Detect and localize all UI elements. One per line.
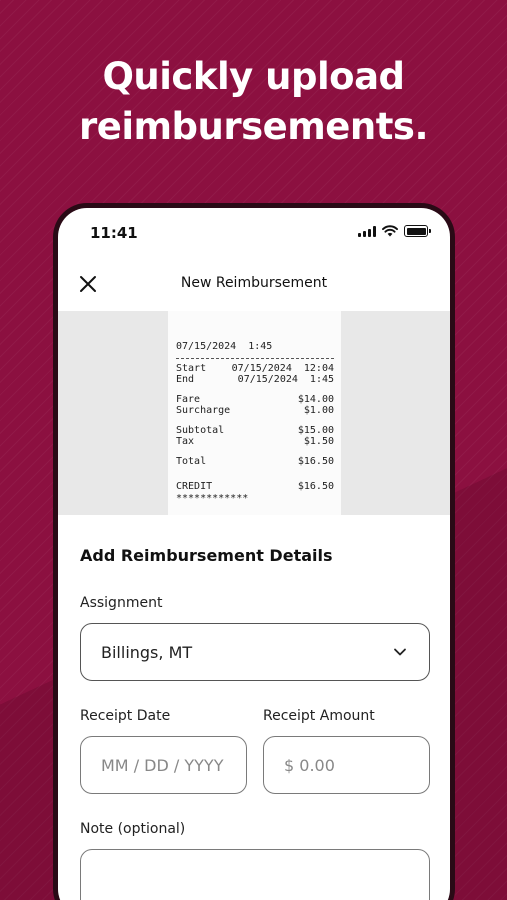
assignment-value: Billings, MT <box>101 642 193 662</box>
nav-title: New Reimbursement <box>180 275 328 291</box>
note-label: Note (optional) <box>80 821 186 837</box>
receipt-surcharge-row: Surcharge $1.00 <box>176 405 334 416</box>
chevron-down-icon <box>394 648 406 656</box>
receipt-end-row: End 07/15/2024 1:45 <box>176 374 334 385</box>
receipt-image: 07/15/2024 1:45 Start 07/15/2024 12:04 En… <box>168 311 341 515</box>
receipt-total-row: Total $16.50 <box>176 455 334 467</box>
battery-icon <box>404 225 431 237</box>
receipt-date-placeholder: MM / DD / YYYY <box>101 755 224 775</box>
receipt-start-row: Start 07/15/2024 12:04 <box>176 362 334 374</box>
assignment-select[interactable]: Billings, MT <box>80 623 430 681</box>
receipt-tax-row: Tax $1.50 <box>176 436 334 447</box>
receipt-fare-row: Fare $14.00 <box>176 393 334 405</box>
receipt-amount-field[interactable]: $ 0.00 <box>263 736 430 794</box>
receipt-amount-placeholder: $ 0.00 <box>284 755 335 775</box>
receipt-divider <box>176 357 334 359</box>
assignment-label: Assignment <box>80 595 163 611</box>
promo-headline: Quickly upload reimbursements. <box>0 52 507 152</box>
receipt-date-field[interactable]: MM / DD / YYYY <box>80 736 247 794</box>
receipt-date-label: Receipt Date <box>80 708 171 724</box>
form-title: Add Reimbursement Details <box>80 546 333 565</box>
receipt-credit-row: CREDIT $16.50 <box>176 481 334 492</box>
phone-screen: 11:41 New Reimbursement 07/15/2024 1:45 … <box>58 208 450 900</box>
promo-headline-line2: reimbursements. <box>78 105 429 148</box>
wifi-icon <box>382 225 398 237</box>
receipt-card-mask: ************ <box>176 492 249 504</box>
receipt-subtotal-row: Subtotal $15.00 <box>176 424 334 436</box>
status-time: 11:41 <box>90 224 138 242</box>
cellular-signal-icon <box>358 225 376 237</box>
status-icons <box>358 225 431 237</box>
nav-bar: New Reimbursement <box>58 260 450 308</box>
status-bar: 11:41 <box>58 208 450 260</box>
receipt-datetime: 07/15/2024 1:45 <box>176 341 273 352</box>
phone-frame: 11:41 New Reimbursement 07/15/2024 1:45 … <box>53 203 455 900</box>
promo-headline-line1: Quickly upload <box>102 55 405 98</box>
receipt-preview[interactable]: 07/15/2024 1:45 Start 07/15/2024 12:04 En… <box>58 311 450 515</box>
note-textarea[interactable] <box>80 849 430 900</box>
receipt-amount-label: Receipt Amount <box>263 708 375 724</box>
